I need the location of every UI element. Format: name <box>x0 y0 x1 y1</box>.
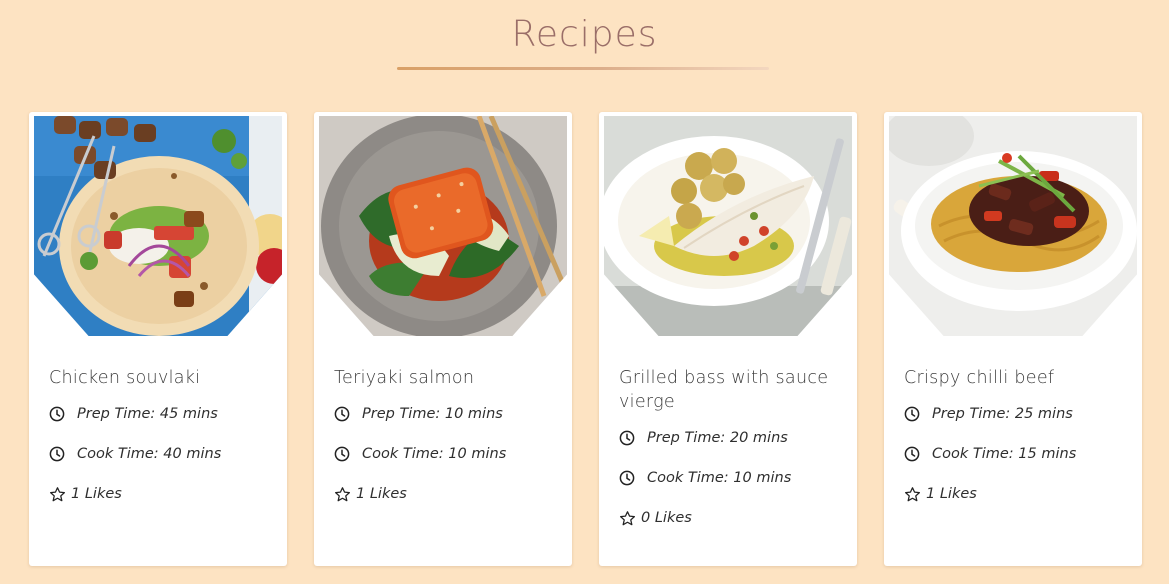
clock-icon <box>619 430 635 446</box>
cook-time-row: Cook Time: 10 mins <box>334 444 506 464</box>
likes-count: 1 Likes <box>356 486 407 502</box>
recipe-title[interactable]: Chicken souvlaki <box>49 366 269 390</box>
crispy-chilli-beef-photo <box>889 116 1137 336</box>
recipe-card-list: Chicken souvlaki Prep Time: 45 mins Cook… <box>29 112 1144 567</box>
grilled-bass-photo <box>604 116 852 336</box>
recipe-title[interactable]: Teriyaki salmon <box>334 366 554 390</box>
page-title: Recipes <box>511 14 658 55</box>
teriyaki-salmon-photo <box>319 116 567 336</box>
prep-time: Prep Time: 20 mins <box>647 430 788 446</box>
clock-icon <box>619 470 635 486</box>
likes-row: 1 Likes <box>904 484 977 504</box>
cook-time: Cook Time: 10 mins <box>647 470 792 486</box>
likes-row: 1 Likes <box>334 484 407 504</box>
prep-time: Prep Time: 10 mins <box>362 406 503 422</box>
prep-time: Prep Time: 25 mins <box>932 406 1073 422</box>
clock-icon <box>334 446 350 462</box>
prep-time-row: Prep Time: 20 mins <box>619 428 788 448</box>
recipe-title[interactable]: Grilled bass with sauce vierge <box>619 366 839 414</box>
recipe-image-crispy-chilli-beef[interactable] <box>889 116 1137 336</box>
recipe-card-crispy-chilli-beef[interactable]: Crispy chilli beef Prep Time: 25 mins Co… <box>884 112 1142 566</box>
recipe-card-teriyaki-salmon[interactable]: Teriyaki salmon Prep Time: 10 mins Cook … <box>314 112 572 566</box>
recipe-title[interactable]: Crispy chilli beef <box>904 366 1124 390</box>
star-icon[interactable] <box>334 486 351 502</box>
cook-time: Cook Time: 10 mins <box>362 446 507 462</box>
cook-time-row: Cook Time: 40 mins <box>49 444 221 464</box>
prep-time-row: Prep Time: 10 mins <box>334 404 503 424</box>
recipe-image-teriyaki-salmon[interactable] <box>319 116 567 336</box>
clock-icon <box>334 406 350 422</box>
clock-icon <box>49 446 65 462</box>
clock-icon <box>904 446 920 462</box>
cook-time: Cook Time: 40 mins <box>77 446 222 462</box>
prep-time-row: Prep Time: 25 mins <box>904 404 1073 424</box>
likes-count: 1 Likes <box>926 486 977 502</box>
cook-time-row: Cook Time: 10 mins <box>619 468 791 488</box>
likes-row: 1 Likes <box>49 484 122 504</box>
clock-icon <box>49 406 65 422</box>
recipe-card-grilled-bass[interactable]: Grilled bass with sauce vierge Prep Time… <box>599 112 857 566</box>
recipe-image-chicken-souvlaki[interactable] <box>34 116 282 336</box>
prep-time: Prep Time: 45 mins <box>77 406 218 422</box>
title-underline <box>397 67 769 70</box>
likes-count: 0 Likes <box>641 510 692 526</box>
chicken-souvlaki-photo <box>34 116 282 336</box>
star-icon[interactable] <box>49 486 66 502</box>
prep-time-row: Prep Time: 45 mins <box>49 404 218 424</box>
likes-row: 0 Likes <box>619 508 692 528</box>
recipe-image-grilled-bass[interactable] <box>604 116 852 336</box>
cook-time-row: Cook Time: 15 mins <box>904 444 1076 464</box>
cook-time: Cook Time: 15 mins <box>932 446 1077 462</box>
likes-count: 1 Likes <box>71 486 122 502</box>
clock-icon <box>904 406 920 422</box>
star-icon[interactable] <box>904 486 921 502</box>
recipe-card-chicken-souvlaki[interactable]: Chicken souvlaki Prep Time: 45 mins Cook… <box>29 112 287 566</box>
star-icon[interactable] <box>619 510 636 526</box>
